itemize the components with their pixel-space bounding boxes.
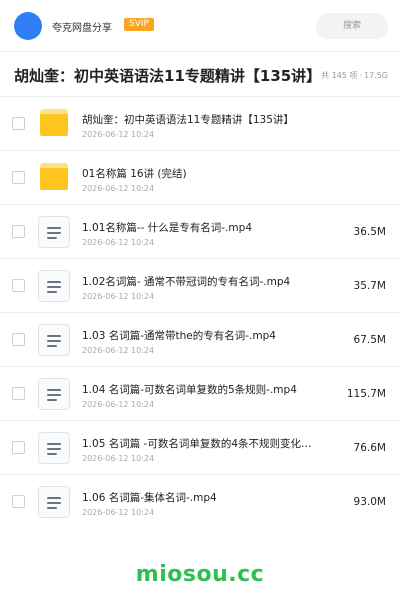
file-list: 胡灿奎：初中英语语法11专题精讲【135讲】 2026-06-12 10:24 … [0, 97, 400, 529]
file-date: 2026-06-12 10:24 [82, 184, 155, 193]
file-name: 1.03 名词篇-通常带the的专有名词-.mp4 [82, 330, 276, 342]
select-checkbox[interactable] [12, 441, 25, 454]
select-checkbox[interactable] [12, 279, 25, 292]
share-meta: 共 145 项 · 17.5G [321, 70, 388, 81]
select-checkbox[interactable] [12, 225, 25, 238]
file-date: 2026-06-12 10:24 [82, 238, 155, 247]
search-input[interactable]: 搜索 [316, 13, 388, 39]
app-name: 夸克网盘分享 [52, 23, 112, 34]
list-item[interactable]: 01名称篇 16讲 (完结) 2026-06-12 10:24 [0, 151, 400, 205]
video-file-icon [38, 432, 70, 464]
total-size: 17.5G [363, 71, 388, 80]
file-date: 2026-06-12 10:24 [82, 346, 155, 355]
svip-badge: SVIP [124, 18, 154, 31]
file-name: 01名称篇 16讲 (完结) [82, 168, 187, 180]
list-item[interactable]: 1.06 名词篇-集体名词-.mp4 2026-06-12 10:24 93.0… [0, 475, 400, 529]
meta-separator: · [359, 71, 362, 80]
file-size: 35.7M [353, 280, 386, 292]
folder-icon [38, 108, 70, 140]
select-checkbox[interactable] [12, 495, 25, 508]
video-file-icon [38, 324, 70, 356]
list-item[interactable]: 1.01名称篇-- 什么是专有名词-.mp4 2026-06-12 10:24 … [0, 205, 400, 259]
file-date: 2026-06-12 10:24 [82, 508, 155, 517]
list-item[interactable]: 1.05 名词篇 -可数名词单复数的4条不规则变化… 2026-06-12 10… [0, 421, 400, 475]
item-count: 共 145 项 [321, 71, 358, 80]
file-size: 76.6M [353, 442, 386, 454]
page-title: 胡灿奎：初中英语语法11专题精讲【135讲】 [14, 67, 322, 85]
file-name: 1.06 名词篇-集体名词-.mp4 [82, 492, 217, 504]
file-date: 2026-06-12 10:24 [82, 400, 155, 409]
video-file-icon [38, 486, 70, 518]
file-size: 93.0M [353, 496, 386, 508]
file-name: 1.05 名词篇 -可数名词单复数的4条不规则变化… [82, 438, 312, 450]
avatar[interactable] [14, 12, 42, 40]
title-bar: 胡灿奎：初中英语语法11专题精讲【135讲】 共 145 项 · 17.5G [0, 52, 400, 97]
video-file-icon [38, 378, 70, 410]
select-checkbox[interactable] [12, 171, 25, 184]
list-item[interactable]: 1.03 名词篇-通常带the的专有名词-.mp4 2026-06-12 10:… [0, 313, 400, 367]
file-date: 2026-06-12 10:24 [82, 292, 155, 301]
list-item[interactable]: 胡灿奎：初中英语语法11专题精讲【135讲】 2026-06-12 10:24 [0, 97, 400, 151]
select-checkbox[interactable] [12, 333, 25, 346]
watermark: miosou.cc [135, 562, 265, 587]
file-name: 1.04 名词篇-可数名词单复数的5条规则-.mp4 [82, 384, 297, 396]
list-item[interactable]: 1.02名词篇- 通常不带冠词的专有名词-.mp4 2026-06-12 10:… [0, 259, 400, 313]
select-checkbox[interactable] [12, 387, 25, 400]
select-checkbox[interactable] [12, 117, 25, 130]
header: 夸克网盘分享 SVIP 搜索 [0, 0, 400, 52]
video-file-icon [38, 216, 70, 248]
file-size: 36.5M [353, 226, 386, 238]
folder-icon [38, 162, 70, 194]
file-size: 115.7M [346, 388, 386, 400]
file-size: 67.5M [353, 334, 386, 346]
file-name: 胡灿奎：初中英语语法11专题精讲【135讲】 [82, 114, 294, 126]
file-date: 2026-06-12 10:24 [82, 130, 155, 139]
video-file-icon [38, 270, 70, 302]
file-date: 2026-06-12 10:24 [82, 454, 155, 463]
file-name: 1.01名称篇-- 什么是专有名词-.mp4 [82, 222, 252, 234]
list-item[interactable]: 1.04 名词篇-可数名词单复数的5条规则-.mp4 2026-06-12 10… [0, 367, 400, 421]
file-name: 1.02名词篇- 通常不带冠词的专有名词-.mp4 [82, 276, 291, 288]
